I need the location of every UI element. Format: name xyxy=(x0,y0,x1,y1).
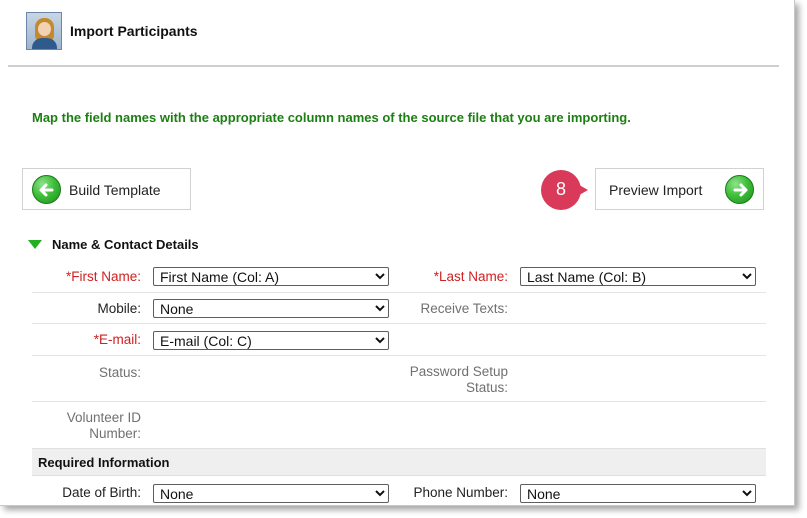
password-setup-status-label: Password Setup Status: xyxy=(409,364,508,395)
participant-avatar-icon xyxy=(26,12,62,50)
section-name-contact-label: Name & Contact Details xyxy=(52,237,199,252)
form-row-names: *First Name: First Name (Col: A) *Last N… xyxy=(32,260,766,293)
form-row-mobile: Mobile: None Receive Texts: xyxy=(32,293,766,324)
page-title: Import Participants xyxy=(70,23,198,39)
build-template-button[interactable]: Build Template xyxy=(22,168,191,210)
first-name-label: *First Name: xyxy=(65,269,141,284)
arrow-left-icon xyxy=(32,175,61,204)
instructions-text: Map the field names with the appropriate… xyxy=(32,110,631,125)
email-select[interactable]: E-mail (Col: C) xyxy=(153,331,389,350)
required-information-label: Required Information xyxy=(38,455,170,470)
form-row-email: *E-mail: E-mail (Col: C) xyxy=(32,324,766,356)
mobile-label: Mobile: xyxy=(97,301,141,316)
required-information-header: Required Information xyxy=(32,448,766,476)
preview-import-button[interactable]: Preview Import xyxy=(595,168,764,210)
mobile-select[interactable]: None xyxy=(153,299,389,318)
status-label: Status: xyxy=(98,365,141,380)
expand-triangle-icon xyxy=(28,240,42,249)
phone-number-select[interactable]: None xyxy=(520,484,756,503)
email-label: *E-mail: xyxy=(93,332,141,347)
date-of-birth-label: Date of Birth: xyxy=(62,485,141,500)
arrow-right-icon xyxy=(725,175,754,204)
preview-import-label: Preview Import xyxy=(609,182,703,198)
page-header: Import Participants xyxy=(8,0,779,67)
receive-texts-label: Receive Texts: xyxy=(420,301,508,316)
import-participants-window: Import Participants Map the field names … xyxy=(0,0,795,506)
volunteer-id-number-label: Volunteer ID Number: xyxy=(66,410,141,441)
form-row-dob: Date of Birth: None Phone Number: None xyxy=(32,476,766,505)
last-name-select[interactable]: Last Name (Col: B) xyxy=(520,267,756,286)
first-name-select[interactable]: First Name (Col: A) xyxy=(153,267,389,286)
step-badge-number: 8 xyxy=(555,179,566,199)
form-row-volunteer-id: Volunteer ID Number: xyxy=(32,402,766,448)
step-badge: 8 xyxy=(541,170,591,210)
last-name-label: *Last Name: xyxy=(433,269,508,284)
date-of-birth-select[interactable]: None xyxy=(153,484,389,503)
phone-number-label: Phone Number: xyxy=(413,485,508,500)
form-row-status: Status: Password Setup Status: xyxy=(32,356,766,402)
build-template-label: Build Template xyxy=(69,182,161,198)
